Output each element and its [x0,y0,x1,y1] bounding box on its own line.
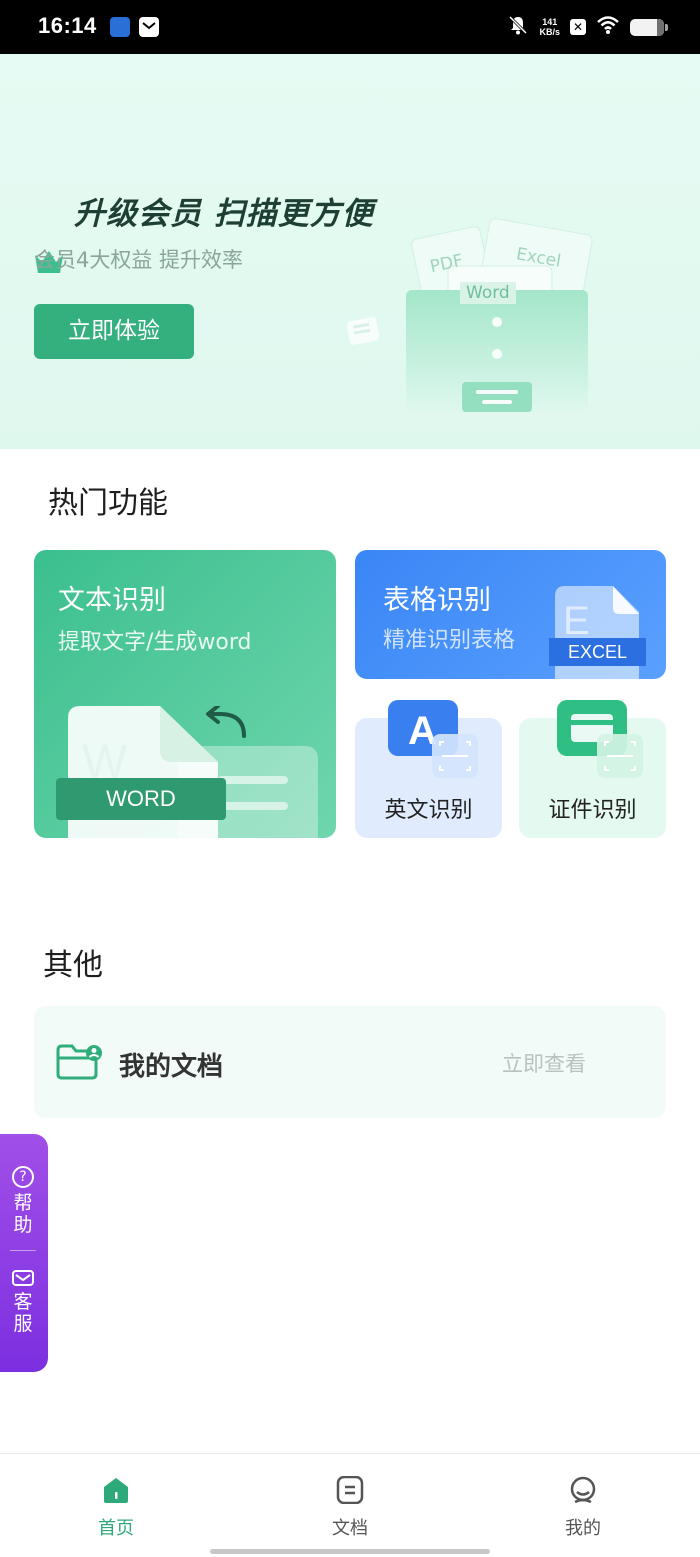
banner-subtitle: 会员4大权益 提升效率 [34,248,244,272]
network-speed: 141 KB/s [539,17,560,37]
id-card-icon [557,700,649,784]
mail-notification-icon [139,17,159,37]
sim-off-icon: ✕ [570,19,586,35]
network-speed-unit: KB/s [539,27,560,37]
mail-icon [12,1269,34,1286]
table-recognition-card[interactable]: 表格识别 精准识别表格 E EXCEL [355,550,666,679]
status-time: 16:14 [38,13,97,38]
profile-icon [568,1476,598,1508]
nav-home[interactable]: 首页 [66,1476,166,1540]
illustration-word-label: Word [460,282,516,304]
help-button[interactable]: ? 帮助 [0,1166,46,1236]
bell-muted-icon [507,14,529,40]
battery-icon [630,18,668,36]
text-recognition-card[interactable]: 文本识别 提取文字/生成word W WORD [34,550,336,838]
id-recognition-label: 证件识别 [548,798,637,823]
documents-illustration: PDF Excel Word [340,214,620,424]
nav-home-label: 首页 [98,1518,134,1539]
service-label: 客服 [13,1291,33,1335]
nav-documents[interactable]: 文档 [300,1475,400,1540]
help-service-tab: ? 帮助 客服 [0,1134,48,1372]
status-bar: 16:14 141 KB/s ✕ [0,0,700,54]
text-recognition-subtitle: 提取文字/生成word [58,630,252,655]
help-tab-divider [10,1250,36,1251]
english-recognition-label: 英文识别 [384,798,473,823]
excel-badge: EXCEL [549,638,646,666]
home-indicator[interactable] [210,1549,490,1554]
table-recognition-title: 表格识别 [383,585,491,616]
wifi-icon [596,15,620,39]
id-recognition-card[interactable]: 证件识别 [519,700,666,838]
nav-documents-label: 文档 [332,1518,368,1539]
notification-app-icon [110,17,130,37]
view-now-link[interactable]: 立即查看 [502,1048,586,1078]
nav-profile[interactable]: 我的 [533,1476,633,1540]
customer-service-button[interactable]: 客服 [0,1269,46,1335]
try-now-button[interactable]: 立即体验 [34,304,194,359]
home-icon [101,1478,131,1508]
word-badge: WORD [56,778,226,820]
my-documents-row[interactable]: 我的文档 立即查看 [34,1006,666,1118]
english-recognition-card[interactable]: A 英文识别 [355,700,502,838]
bottom-navigation: 首页 文档 我的 [0,1453,700,1557]
question-icon: ? [12,1166,34,1188]
vip-banner[interactable]: 升级会员 扫描更方便 会员4大权益 提升效率 立即体验 PDF Excel Wo… [0,54,700,449]
folder-user-icon [56,1044,104,1084]
text-recognition-title: 文本识别 [58,585,166,616]
my-documents-label: 我的文档 [119,1052,224,1082]
english-letter-icon: A [388,700,480,784]
hot-features-title: 热门功能 [48,486,168,521]
help-label: 帮助 [13,1192,33,1236]
other-section-title: 其他 [43,948,103,983]
document-icon [335,1475,365,1508]
svg-text:E: E [563,599,590,643]
table-recognition-subtitle: 精准识别表格 [383,628,516,653]
status-icons: 141 KB/s ✕ [507,14,668,40]
network-speed-value: 141 [542,17,558,27]
banner-title: 升级会员 扫描更方便 [74,196,374,232]
nav-profile-label: 我的 [565,1518,601,1539]
